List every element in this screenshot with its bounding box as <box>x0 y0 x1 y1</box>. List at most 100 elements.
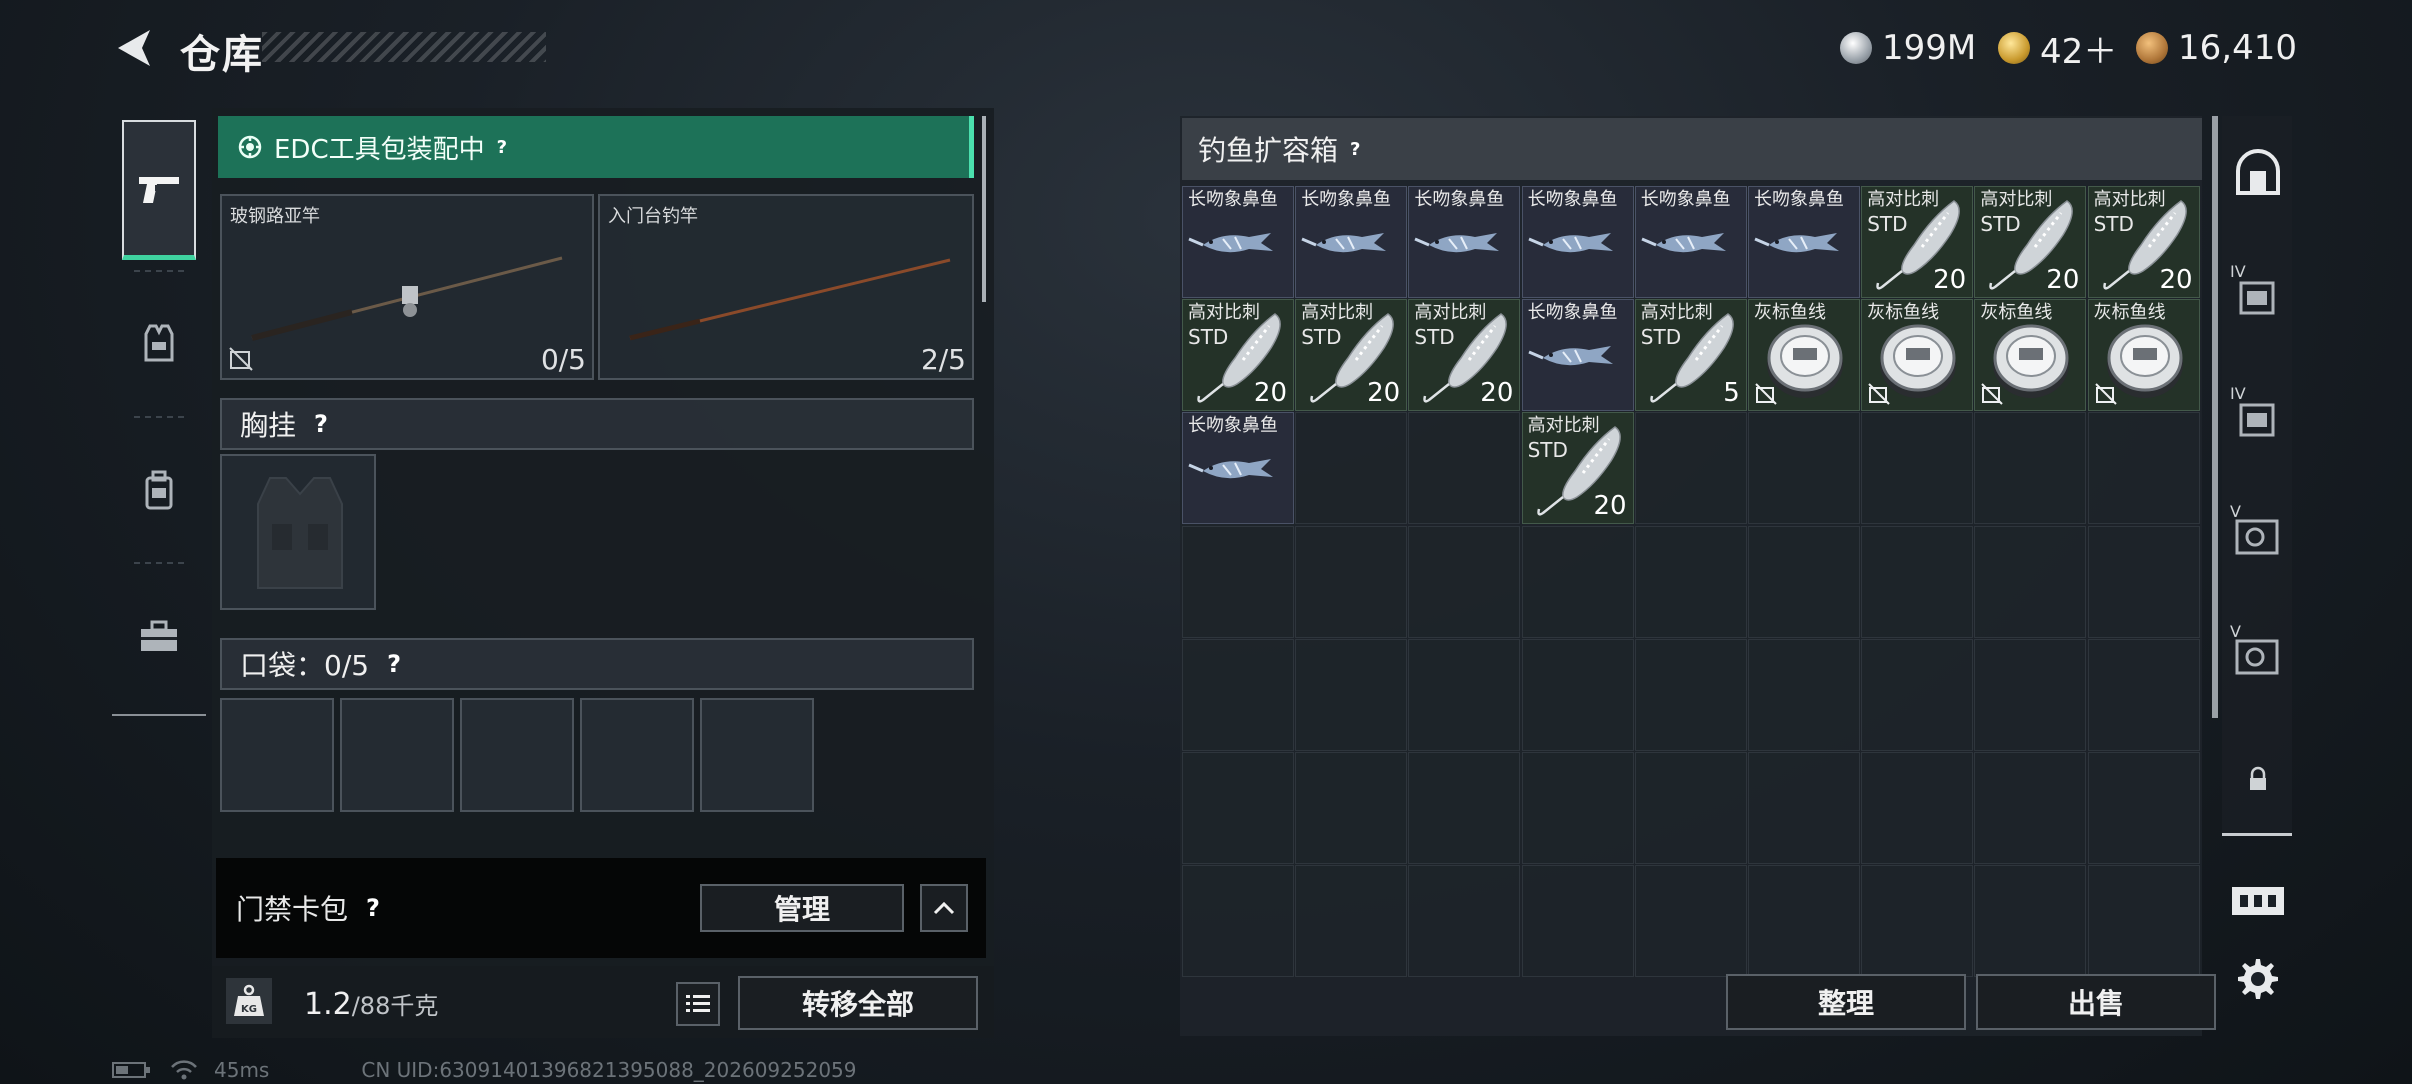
empty-cell[interactable] <box>2087 412 2200 525</box>
item-cell-lure[interactable]: 高对比刺 STD 20 <box>1408 299 1521 412</box>
empty-cell[interactable] <box>2087 865 2200 978</box>
sell-button[interactable]: 出售 <box>1976 974 2216 1030</box>
empty-cell[interactable] <box>1974 525 2087 638</box>
item-cell-line[interactable]: 灰标鱼线 <box>1974 299 2087 412</box>
empty-cell[interactable] <box>1295 525 1408 638</box>
empty-cell[interactable] <box>1182 638 1294 751</box>
empty-cell[interactable] <box>1408 412 1521 525</box>
rail-tab-locked[interactable] <box>2228 744 2288 814</box>
empty-cell[interactable] <box>1634 525 1747 638</box>
item-cell-lure[interactable]: 高对比刺 STD 5 <box>1634 299 1747 412</box>
empty-cell[interactable] <box>1974 865 2087 978</box>
item-cell-fish[interactable]: 长吻象鼻鱼 <box>1408 186 1521 298</box>
item-cell-lure[interactable]: 高对比刺 STD 20 <box>1521 412 1634 525</box>
rail-tab-collection[interactable] <box>2228 866 2288 936</box>
empty-cell[interactable] <box>1974 752 2087 864</box>
collapse-button[interactable] <box>920 884 968 932</box>
rail-tab-storage-4b[interactable]: IV <box>2228 382 2288 452</box>
rail-tab-storage-4a[interactable]: IV <box>2228 260 2288 330</box>
empty-cell[interactable] <box>1634 752 1747 864</box>
manage-button[interactable]: 管理 <box>700 884 904 932</box>
empty-cell[interactable] <box>2087 752 2200 864</box>
chest-rig-slot[interactable] <box>220 454 376 610</box>
pocket-slot[interactable] <box>340 698 454 812</box>
empty-cell[interactable] <box>1295 638 1408 751</box>
empty-cell[interactable] <box>1182 865 1294 978</box>
list-view-button[interactable] <box>676 982 720 1026</box>
empty-cell[interactable] <box>1861 752 1974 864</box>
tier-label: V <box>2230 502 2241 521</box>
empty-cell[interactable] <box>1634 412 1747 525</box>
empty-cell[interactable] <box>2087 638 2200 751</box>
help-icon[interactable]: ? <box>314 410 328 438</box>
empty-cell[interactable] <box>1974 412 2087 525</box>
empty-cell[interactable] <box>1408 752 1521 864</box>
help-icon[interactable]: ? <box>387 650 401 678</box>
empty-cell[interactable] <box>1861 638 1974 751</box>
left-scrollbar[interactable] <box>982 116 986 302</box>
sort-button[interactable]: 整理 <box>1726 974 1966 1030</box>
rod-slot-2[interactable]: 入门台钓竿 2/5 <box>598 194 974 380</box>
rail-tab-armor[interactable] <box>122 274 196 414</box>
item-cell-line[interactable]: 灰标鱼线 <box>1861 299 1974 412</box>
pocket-slot[interactable] <box>220 698 334 812</box>
item-cell-fish[interactable]: 长吻象鼻鱼 <box>1748 186 1860 298</box>
empty-cell[interactable] <box>1408 865 1521 978</box>
empty-cell[interactable] <box>1295 752 1408 864</box>
empty-cell[interactable] <box>1408 525 1521 638</box>
rail-tab-storage-main[interactable] <box>2228 138 2288 208</box>
back-button[interactable] <box>112 24 160 76</box>
empty-cell[interactable] <box>1861 525 1974 638</box>
empty-cell[interactable] <box>1861 412 1974 525</box>
empty-cell[interactable] <box>1408 638 1521 751</box>
item-cell-fish[interactable]: 长吻象鼻鱼 <box>1634 186 1747 298</box>
empty-cell[interactable] <box>1521 525 1634 638</box>
item-cell-fish[interactable]: 长吻象鼻鱼 <box>1182 412 1294 525</box>
item-cell-lure[interactable]: 高对比刺 STD 20 <box>1182 299 1294 412</box>
help-icon[interactable]: ? <box>1350 139 1360 160</box>
transfer-all-button[interactable]: 转移全部 <box>738 976 978 1030</box>
empty-cell[interactable] <box>1182 752 1294 864</box>
rail-tab-storage-5a[interactable]: V <box>2228 500 2288 570</box>
item-cell-lure[interactable]: 高对比刺 STD 20 <box>1861 186 1974 298</box>
rail-tab-backpack[interactable] <box>122 420 196 560</box>
tier-label: IV <box>2230 262 2246 281</box>
empty-cell[interactable] <box>1748 525 1860 638</box>
item-cell-line[interactable]: 灰标鱼线 <box>1748 299 1860 412</box>
edc-status-banner[interactable]: EDC工具包装配中 ? <box>218 116 974 178</box>
empty-cell[interactable] <box>1974 638 2087 751</box>
empty-cell[interactable] <box>1295 412 1408 525</box>
container-scrollbar[interactable] <box>2212 116 2218 718</box>
empty-cell[interactable] <box>2087 525 2200 638</box>
empty-cell[interactable] <box>1521 752 1634 864</box>
item-cell-fish[interactable]: 长吻象鼻鱼 <box>1521 186 1634 298</box>
empty-cell[interactable] <box>1182 525 1294 638</box>
item-cell-lure[interactable]: 高对比刺 STD 20 <box>1974 186 2087 298</box>
rail-tab-toolkit[interactable] <box>122 566 196 706</box>
rod-slot-1[interactable]: 玻钢路亚竿 0/5 <box>220 194 594 380</box>
rail-tab-weapons[interactable] <box>122 120 196 260</box>
pocket-slot[interactable] <box>580 698 694 812</box>
empty-cell[interactable] <box>1748 412 1860 525</box>
settings-button[interactable] <box>2228 944 2288 1014</box>
empty-cell[interactable] <box>1861 865 1974 978</box>
help-icon[interactable]: ? <box>497 137 507 158</box>
item-cell-fish[interactable]: 长吻象鼻鱼 <box>1295 186 1408 298</box>
item-cell-lure[interactable]: 高对比刺 STD 20 <box>2087 186 2200 298</box>
item-cell-lure[interactable]: 高对比刺 STD 20 <box>1295 299 1408 412</box>
empty-cell[interactable] <box>1634 865 1747 978</box>
empty-cell[interactable] <box>1634 638 1747 751</box>
item-cell-fish[interactable]: 长吻象鼻鱼 <box>1182 186 1294 298</box>
item-cell-fish[interactable]: 长吻象鼻鱼 <box>1521 299 1634 412</box>
empty-cell[interactable] <box>1295 865 1408 978</box>
empty-cell[interactable] <box>1521 865 1634 978</box>
empty-cell[interactable] <box>1748 638 1860 751</box>
rail-tab-storage-5b[interactable]: V <box>2228 620 2288 690</box>
empty-cell[interactable] <box>1748 865 1860 978</box>
pocket-slot[interactable] <box>700 698 814 812</box>
empty-cell[interactable] <box>1521 638 1634 751</box>
item-cell-line[interactable]: 灰标鱼线 <box>2087 299 2200 412</box>
pocket-slot[interactable] <box>460 698 574 812</box>
empty-cell[interactable] <box>1748 752 1860 864</box>
help-icon[interactable]: ? <box>366 894 380 922</box>
